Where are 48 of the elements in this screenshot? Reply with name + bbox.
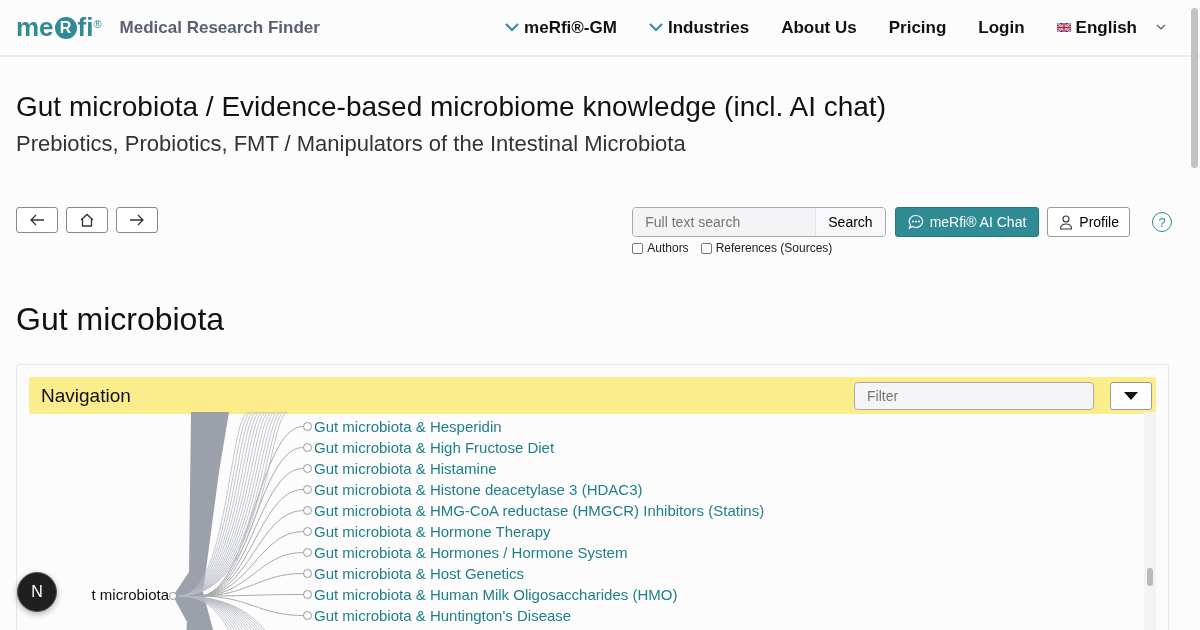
tree-root-node[interactable]: t microbiota [91,586,169,603]
language-selector[interactable]: English [1056,17,1166,38]
checkbox[interactable] [700,242,712,254]
chevron-icon [1156,24,1166,31]
tree-node-link[interactable]: Gut microbiota & Histamine [303,458,1144,479]
page-subtitle: Prebiotics, Probiotics, FMT / Manipulators of the Intestinal Microbiota [16,131,687,157]
tree-node-link[interactable]: Gut microbiota & HMG-CoA reductase (HMGCR) Inhibitors (Statins) [303,500,1144,521]
ai-chat-button[interactable]: meRfi® AI Chat [894,207,1040,237]
search-field[interactable]: Full text search Search [632,207,886,237]
page-title: Gut microbiota / Evidence-based microbiome knowledge (incl. AI chat) [16,91,887,123]
tree-node-link[interactable]: Gut microbiota & Hesperidin [303,416,1144,437]
person-icon [1058,214,1075,230]
navigation-title: Navigation [41,384,131,407]
caret-icon [648,23,663,32]
floating-badge[interactable]: N [17,572,57,612]
profile-button[interactable]: Profile [1047,207,1130,237]
tree-node-link[interactable]: Gut microbiota & Huntington's Disease [303,605,1144,626]
checkbox-label: Authors [647,241,689,255]
checkbox[interactable] [632,242,644,254]
filter-field[interactable]: Filter [854,381,1094,410]
back-arrow-icon [29,213,45,227]
site-name: Medical Research Finder [119,17,320,38]
section-heading: Gut microbiota [16,301,226,338]
search-button[interactable]: Search [815,208,885,236]
nav-link[interactable]: Pricing [888,17,947,38]
forward-button[interactable] [116,207,158,233]
chat-bubble-icon [907,214,924,230]
tree-node-link[interactable]: Gut microbiota & Human Milk Oligosaccharides (HMO) [303,584,1144,605]
tree-node-link[interactable]: Gut microbiota & Hormones / Hormone System [303,542,1144,563]
nav-link[interactable]: Login [978,17,1025,38]
nav-menu-item[interactable]: meRfi®-GM [505,17,617,38]
home-button[interactable] [66,207,108,233]
scrollbar[interactable] [1144,412,1156,630]
forward-arrow-icon [129,213,145,227]
triangle-down-icon [1124,391,1138,400]
checkbox-label: References (Sources) [715,241,833,255]
tree-node-link[interactable]: Gut microbiota & Host Genetics [303,563,1144,584]
flag-icon [1056,23,1071,32]
nav-menu-item[interactable]: Industries [648,17,750,38]
page-scrollbar-thumb[interactable] [1191,8,1198,168]
dropdown-button[interactable] [1110,381,1152,410]
tree-node-link[interactable]: Gut microbiota & High Fructose Diet [303,437,1144,458]
home-icon [79,213,95,227]
tree-node-link[interactable]: Gut microbiota & Histone deacetylase 3 (HDAC3) [303,479,1144,500]
back-button[interactable] [16,207,58,233]
tree-node-link[interactable]: Gut microbiota & Hormone Therapy [303,521,1144,542]
caret-icon [505,23,520,32]
nav-link[interactable]: About Us [781,17,857,38]
